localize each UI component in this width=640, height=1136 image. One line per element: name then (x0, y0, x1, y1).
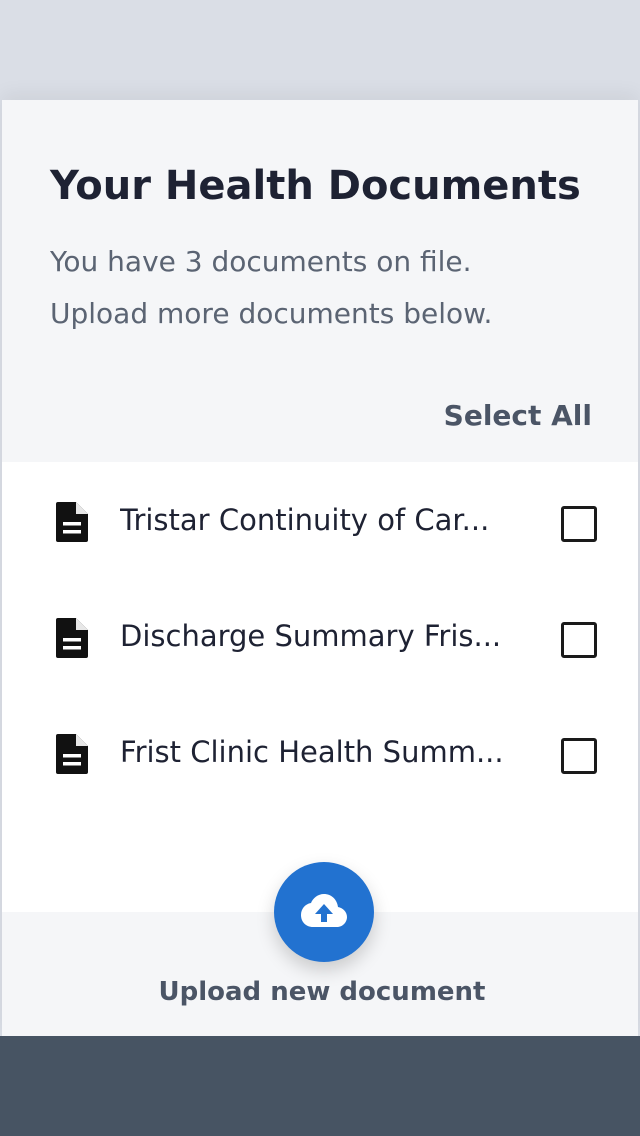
document-row[interactable]: Frist Clinic Health Summ... (2, 694, 638, 810)
cloud-upload-icon (301, 894, 347, 927)
upload-hint-text: Upload more documents below. (50, 297, 493, 330)
file-document-icon (54, 618, 90, 658)
document-name: Frist Clinic Health Summ... (120, 735, 504, 769)
select-all-button[interactable]: Select All (444, 396, 592, 436)
upload-button[interactable] (274, 862, 374, 962)
file-document-icon (54, 502, 90, 542)
documents-card: Your Health Documents You have 3 documen… (2, 100, 638, 1036)
bottom-bar (0, 1036, 640, 1136)
upload-label[interactable]: Upload new document (2, 974, 640, 1010)
document-row[interactable]: Discharge Summary Fris... (2, 578, 638, 694)
page-title: Your Health Documents (50, 163, 581, 209)
document-name: Discharge Summary Fris... (120, 619, 502, 653)
file-document-icon (54, 734, 90, 774)
top-bar (0, 0, 640, 100)
document-name: Tristar Continuity of Car... (120, 503, 490, 537)
document-count-text: You have 3 documents on file. (50, 245, 472, 278)
document-checkbox[interactable] (561, 622, 597, 658)
document-checkbox[interactable] (561, 506, 597, 542)
documents-header: Your Health Documents You have 3 documen… (2, 100, 638, 462)
document-row[interactable]: Tristar Continuity of Car... (2, 462, 638, 578)
document-checkbox[interactable] (561, 738, 597, 774)
document-list: Tristar Continuity of Car... Discharge S… (2, 462, 638, 912)
